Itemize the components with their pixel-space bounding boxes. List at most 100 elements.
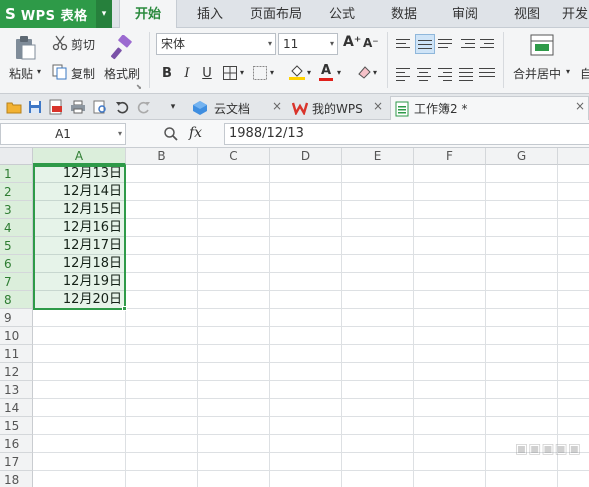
column-header-a[interactable]: A <box>33 148 126 165</box>
column-header-g[interactable]: G <box>486 148 558 165</box>
tab-formulas[interactable]: 公式 <box>318 0 366 28</box>
wrap-text-button[interactable]: 自 <box>580 65 589 82</box>
undo-icon[interactable] <box>114 99 130 115</box>
row-header-8[interactable]: 8 <box>0 291 33 309</box>
distributed-align-icon[interactable] <box>479 65 495 81</box>
merge-center-icon[interactable] <box>530 34 554 56</box>
bold-button[interactable]: B <box>158 63 176 83</box>
close-icon[interactable]: × <box>373 99 383 113</box>
close-icon[interactable]: × <box>575 99 585 113</box>
increase-indent-icon[interactable] <box>480 36 496 52</box>
row-header-5[interactable]: 5 <box>0 237 33 255</box>
zoom-function-icon[interactable] <box>163 126 179 142</box>
column-header-c[interactable]: C <box>198 148 270 165</box>
tab-workbook[interactable]: 工作簿2 * <box>390 96 589 120</box>
name-box[interactable]: A1 ▾ <box>0 123 126 145</box>
clear-format-dropdown-icon[interactable]: ▾ <box>373 68 377 77</box>
font-color-button[interactable]: A <box>318 62 334 82</box>
row-header-9[interactable]: 9 <box>0 309 33 327</box>
paste-button[interactable]: 粘贴 <box>9 65 33 82</box>
merge-center-button[interactable]: 合并居中 <box>513 65 561 82</box>
format-painter-icon[interactable] <box>110 34 136 62</box>
row-header-12[interactable]: 12 <box>0 363 33 381</box>
row-header-13[interactable]: 13 <box>0 381 33 399</box>
tab-data[interactable]: 数据 <box>380 0 428 28</box>
fill-color-dropdown-icon[interactable]: ▾ <box>307 68 311 77</box>
borders-icon[interactable] <box>222 65 238 81</box>
column-header-d[interactable]: D <box>270 148 342 165</box>
borders-dropdown-icon[interactable]: ▾ <box>240 68 244 77</box>
font-name-select[interactable]: 宋体 ▾ <box>156 33 276 55</box>
redo-icon[interactable] <box>136 99 152 115</box>
print-preview-icon[interactable] <box>92 99 108 115</box>
cell-a1[interactable]: 12月13日 <box>34 165 125 183</box>
row-header-3[interactable]: 3 <box>0 201 33 219</box>
insert-function-button[interactable]: fx <box>189 125 202 141</box>
fill-handle[interactable] <box>122 306 127 311</box>
row-header-6[interactable]: 6 <box>0 255 33 273</box>
align-top-icon[interactable] <box>396 36 412 52</box>
fill-color-icon[interactable] <box>288 63 306 81</box>
cell-style-dropdown-icon[interactable]: ▾ <box>270 68 274 77</box>
underline-button[interactable]: U <box>198 63 216 83</box>
select-all-corner[interactable] <box>0 148 33 165</box>
cell-a5[interactable]: 12月17日 <box>34 237 125 255</box>
format-painter-button[interactable]: 格式刷 <box>104 65 140 82</box>
print-icon[interactable] <box>70 99 86 115</box>
cell-a7[interactable]: 12月19日 <box>34 273 125 291</box>
tab-review[interactable]: 审阅 <box>441 0 489 28</box>
row-header-11[interactable]: 11 <box>0 345 33 363</box>
merge-dropdown-icon[interactable]: ▾ <box>566 67 570 76</box>
cell-a8[interactable]: 12月20日 <box>34 291 125 309</box>
column-header-b[interactable]: B <box>126 148 198 165</box>
align-left-icon[interactable] <box>396 65 412 81</box>
row-header-2[interactable]: 2 <box>0 183 33 201</box>
clear-format-icon[interactable] <box>356 64 372 80</box>
shrink-font-button[interactable]: A⁻ <box>363 36 379 50</box>
justify-icon[interactable] <box>459 65 475 81</box>
grow-font-button[interactable]: A⁺ <box>343 34 361 50</box>
column-header-f[interactable]: F <box>414 148 486 165</box>
font-size-select[interactable]: 11 ▾ <box>278 33 338 55</box>
row-header-14[interactable]: 14 <box>0 399 33 417</box>
align-center-icon[interactable] <box>417 65 433 81</box>
tab-page-layout[interactable]: 页面布局 <box>244 0 308 28</box>
column-header-e[interactable]: E <box>342 148 414 165</box>
cell-a4[interactable]: 12月16日 <box>34 219 125 237</box>
copy-button[interactable]: 复制 <box>71 65 95 82</box>
save-icon[interactable] <box>27 99 43 115</box>
decrease-indent-icon[interactable] <box>461 36 477 52</box>
cell-a6[interactable]: 12月18日 <box>34 255 125 273</box>
font-color-dropdown-icon[interactable]: ▾ <box>337 68 341 77</box>
cell-a2[interactable]: 12月14日 <box>34 183 125 201</box>
align-middle-icon[interactable] <box>415 34 435 54</box>
cell-style-icon[interactable] <box>252 65 268 81</box>
row-header-17[interactable]: 17 <box>0 453 33 471</box>
scissors-icon[interactable] <box>52 35 68 51</box>
row-header-1[interactable]: 1 <box>0 165 33 183</box>
row-header-18[interactable]: 18 <box>0 471 33 487</box>
italic-button[interactable]: I <box>178 63 196 83</box>
tab-developer[interactable]: 开发 <box>562 0 589 28</box>
paste-dropdown-icon[interactable]: ▾ <box>37 67 41 76</box>
formula-input[interactable]: 1988/12/13 <box>224 123 589 145</box>
spreadsheet-grid[interactable]: ABCDEFG 1 2 3 4 5 6 7 8 9 10 11 12 13 14 15 16 17 18 12月1… <box>0 148 589 487</box>
close-icon[interactable]: × <box>272 99 282 113</box>
row-header-16[interactable]: 16 <box>0 435 33 453</box>
tab-home[interactable]: 开始 <box>119 0 177 29</box>
row-header-7[interactable]: 7 <box>0 273 33 291</box>
customize-toolbar-icon[interactable]: ▾ <box>165 99 181 115</box>
app-menu-arrow-icon[interactable]: ▾ <box>96 0 112 28</box>
copy-icon[interactable] <box>52 64 68 80</box>
row-header-4[interactable]: 4 <box>0 219 33 237</box>
cut-button[interactable]: 剪切 <box>71 36 95 53</box>
clipboard-launcher-icon[interactable]: ⬊ <box>136 83 142 91</box>
export-pdf-icon[interactable] <box>48 99 64 115</box>
cell-a3[interactable]: 12月15日 <box>34 201 125 219</box>
row-header-15[interactable]: 15 <box>0 417 33 435</box>
tab-insert[interactable]: 插入 <box>184 0 236 28</box>
align-bottom-icon[interactable] <box>438 36 454 52</box>
row-header-10[interactable]: 10 <box>0 327 33 345</box>
open-folder-icon[interactable] <box>6 99 22 115</box>
paste-icon[interactable] <box>12 34 38 62</box>
